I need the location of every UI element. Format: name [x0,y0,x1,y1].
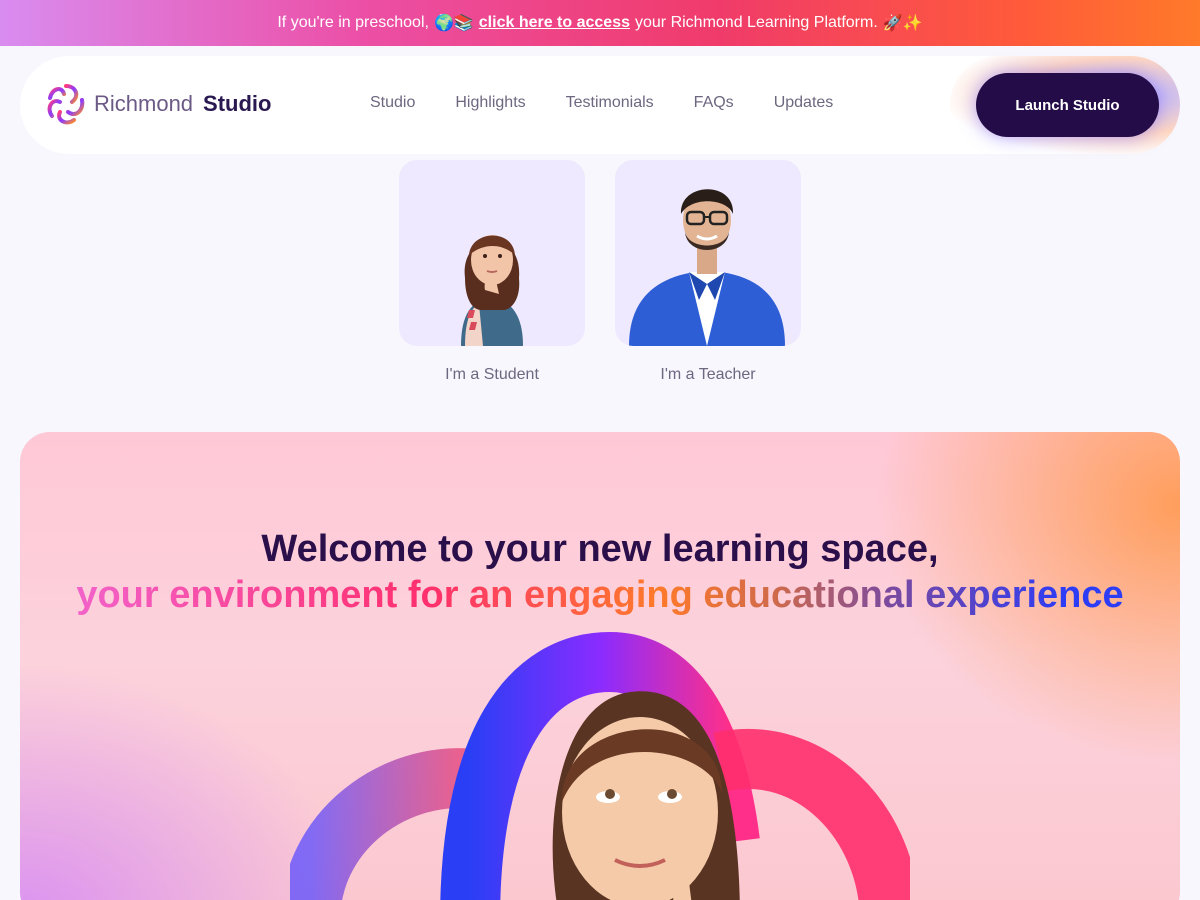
hero-illustration-icon [290,631,910,900]
student-card[interactable] [399,160,585,346]
nav-testimonials[interactable]: Testimonials [566,94,654,112]
nav-faqs[interactable]: FAQs [694,94,734,112]
announcement-bar: If you're in preschool, 🌍📚 click here to… [0,0,1200,46]
richmond-logo-icon [47,84,85,125]
brand-name-bold: Studio [203,91,272,116]
hero-title: Welcome to your new learning space, [261,528,939,570]
role-teacher-label: I'm a Teacher [660,366,756,383]
brand-name-light: Richmond [94,91,194,116]
launch-studio-button[interactable]: Launch Studio [976,73,1159,137]
teacher-photo-icon [629,189,785,346]
role-student[interactable]: I'm a Student [399,160,585,384]
hero-section: Welcome to your new learning space, your… [20,432,1180,900]
nav-updates[interactable]: Updates [774,94,834,112]
nav-studio[interactable]: Studio [370,94,415,112]
role-selector: I'm a Student I'm a Teacher [399,160,801,384]
hero-subtitle: your environment for an engaging educati… [20,574,1180,617]
announcement-suffix: your Richmond Learning Platform. [635,14,878,31]
teacher-card[interactable] [615,160,801,346]
role-teacher[interactable]: I'm a Teacher [615,160,801,384]
student-photo-icon [461,235,523,346]
main-nav: Studio Highlights Testimonials FAQs Upda… [370,94,833,112]
rocket-sparkles-emoji: 🚀✨ [882,15,923,32]
nav-highlights[interactable]: Highlights [455,94,525,112]
role-student-label: I'm a Student [445,366,539,383]
brand-logo[interactable]: Richmond Studio [42,80,271,128]
announcement-prefix: If you're in preschool, [277,14,429,31]
site-header: Richmond Studio Studio Highlights Testim… [20,56,1180,154]
globe-books-emoji: 🌍📚 [433,15,474,32]
preschool-access-link[interactable]: click here to access [479,14,630,32]
